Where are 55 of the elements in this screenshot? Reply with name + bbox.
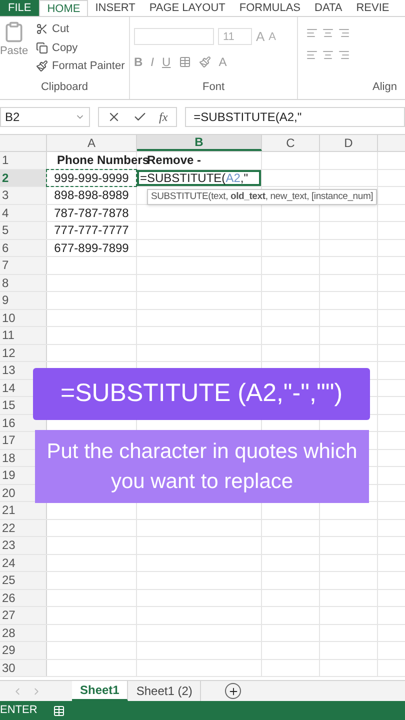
ribbon-tab[interactable]: FORMULAS (232, 0, 308, 16)
editing-cell[interactable]: =SUBSTITUTE(A2," (137, 170, 261, 186)
caption-banner: Put the character in quotes which you want to replace (35, 430, 369, 503)
font-name-field[interactable] (134, 28, 214, 46)
align-top-icon (306, 27, 318, 39)
sheet-tab[interactable]: Sheet1 (72, 681, 128, 701)
table-cell-text: 677-899-7899 (53, 240, 130, 257)
plus-icon (228, 686, 239, 696)
table-cell: 999-999-9999 (47, 170, 136, 186)
paste-button[interactable]: Paste (0, 21, 28, 78)
ribbon-tab[interactable]: HOME (39, 0, 88, 16)
column-header[interactable]: B (137, 135, 262, 151)
function-tooltip: SUBSTITUTE(text, old_text, new_text, [instance_num] (147, 189, 378, 206)
group-label: Clipboard (40, 80, 90, 94)
align-left-icon (306, 49, 318, 61)
caption-banner: =SUBSTITUTE (A2,"-","") (33, 368, 370, 420)
align-bottom-icon (338, 27, 350, 39)
row-header[interactable]: 5 (2, 221, 9, 240)
ribbon-tab[interactable]: REVIE (349, 0, 396, 16)
row-header[interactable]: 3 (2, 186, 9, 204)
table-cell-text: 777-777-7777 (53, 222, 130, 240)
row-header[interactable]: 7 (2, 256, 9, 274)
name-box[interactable]: B2 (0, 107, 90, 127)
file-tab[interactable]: FILE (0, 0, 40, 16)
align-center-icon (322, 49, 334, 61)
group-label: Font (201, 80, 226, 94)
table-cell-text: 898-898-8989 (53, 187, 130, 204)
cut-button[interactable]: Cut (36, 21, 125, 38)
row-header[interactable]: 2 (2, 168, 9, 187)
clipboard-icon (3, 21, 25, 43)
column-header[interactable]: C (262, 135, 320, 151)
insert-function-button[interactable]: fx (159, 108, 168, 126)
row-header[interactable]: 9 (2, 291, 9, 310)
table-cell-text: 787-787-7878 (53, 204, 130, 222)
paintbrush-icon (36, 60, 48, 72)
copy-icon (36, 42, 48, 54)
row-header[interactable]: 1 (2, 151, 9, 170)
copy-button[interactable]: Copy (36, 40, 125, 56)
row-header[interactable]: 4 (2, 204, 9, 222)
column-header[interactable]: D (320, 135, 378, 151)
ribbon-tab[interactable]: DATA (308, 0, 350, 16)
scissors-icon (36, 23, 48, 36)
format-painter-button[interactable]: Format Painter (36, 58, 125, 74)
cancel-icon (107, 110, 121, 124)
formula-field[interactable]: =SUBSTITUTE(A2," (184, 107, 405, 127)
ribbon-tab[interactable]: INSERT (88, 0, 142, 16)
status-mode: ENTER (0, 703, 38, 718)
add-sheet-button[interactable] (225, 683, 242, 699)
align-middle-icon (322, 27, 334, 39)
row-header[interactable]: 8 (2, 274, 9, 292)
group-label: Align (372, 80, 397, 94)
align-right-icon (338, 49, 350, 61)
ribbon-tab[interactable]: PAGE LAYOUT (142, 0, 232, 16)
borders-icon (178, 56, 191, 68)
row-header[interactable]: 6 (2, 238, 9, 257)
